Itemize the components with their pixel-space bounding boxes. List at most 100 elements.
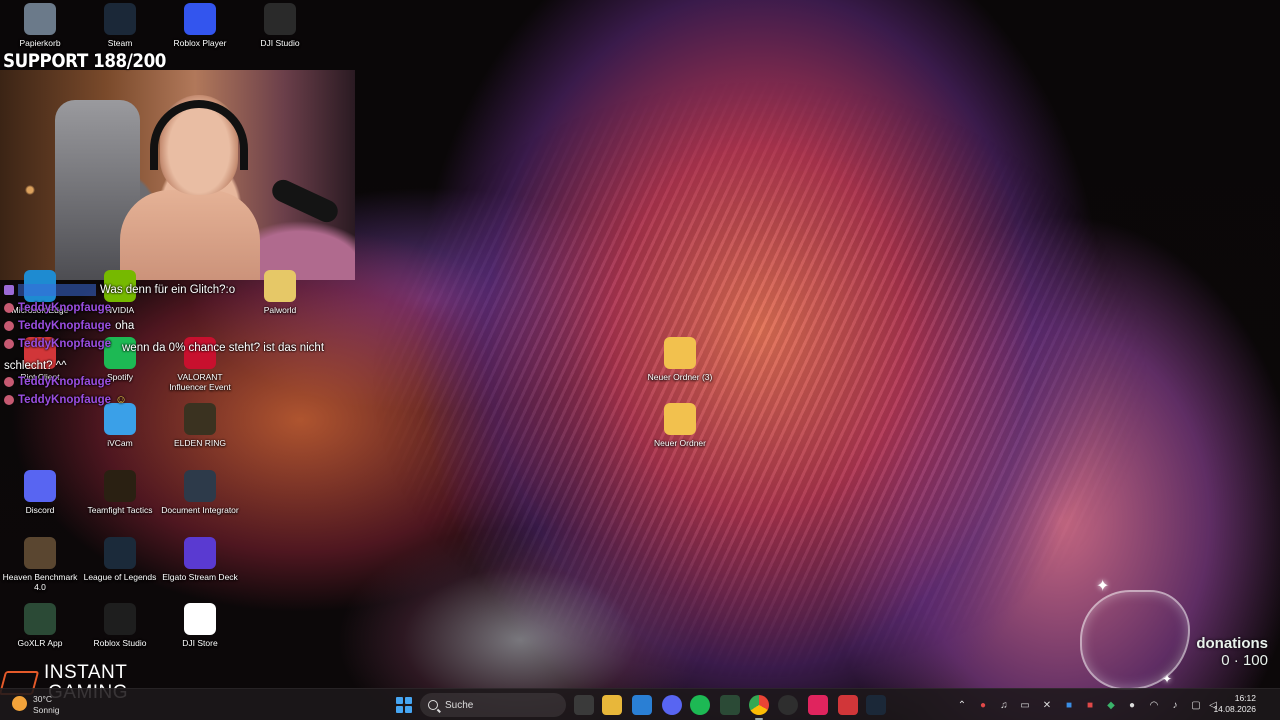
desktop-icon-roblox-player[interactable]: Roblox Player xyxy=(160,3,240,48)
taskbar-search[interactable]: Suche xyxy=(420,693,566,717)
riot-taskbar-icon[interactable] xyxy=(838,695,858,715)
steam-tray-icon[interactable]: ● xyxy=(1125,698,1139,712)
weather-temperature: 30°C xyxy=(33,694,52,704)
desktop-icon-label: ELDEN RING xyxy=(174,438,226,448)
taskbar: 30°C Sonnig Suche ⌃ ● ♫ ▭ ✕ ■ ■ ◆ ● ◠ ♪ … xyxy=(0,688,1280,720)
clock-time: 16:12 xyxy=(1234,693,1256,703)
donations-widget: donations 0 · 100 xyxy=(1196,635,1268,669)
desktop-icon-elden-ring[interactable]: ELDEN RING xyxy=(160,403,240,448)
sun-icon xyxy=(12,696,27,711)
ms-store-icon[interactable] xyxy=(632,695,652,715)
sub-badge-icon xyxy=(4,377,14,387)
desktop-icon-neuer-ordner[interactable]: Neuer Ordner xyxy=(640,403,720,448)
recycle-bin-icon xyxy=(24,3,56,35)
discord-taskbar-icon[interactable] xyxy=(662,695,682,715)
desktop-icon-neuer-ordner-3[interactable]: Neuer Ordner (3) xyxy=(640,337,720,382)
file-explorer-icon[interactable] xyxy=(602,695,622,715)
desktop-icon-label: League of Legends xyxy=(83,572,157,582)
donations-label: donations xyxy=(1196,635,1268,652)
desktop-icon-label: DJI Studio xyxy=(260,38,300,48)
weather-condition: Sonnig xyxy=(33,705,60,715)
search-icon xyxy=(428,700,438,710)
desktop-icon-label: Roblox Studio xyxy=(93,638,147,648)
desktop-icon-dji-studio[interactable]: DJI Studio xyxy=(240,3,320,48)
desktop-icon-label: Neuer Ordner (3) xyxy=(647,372,713,382)
desktop-icon-label: Document Integrator xyxy=(161,505,239,515)
desktop-icon-label: Papierkorb xyxy=(19,38,61,48)
desktop-icon-document-integrator[interactable]: Document Integrator xyxy=(160,470,240,515)
desktop-icon-goxlr-app[interactable]: GoXLR App xyxy=(0,603,80,648)
chat-text: oha xyxy=(115,320,135,332)
desktop-icon-heaven-benchmark-4-0[interactable]: Heaven Benchmark 4.0 xyxy=(0,537,80,592)
windows-logo-icon xyxy=(396,697,404,705)
spotify-taskbar-icon[interactable] xyxy=(690,695,710,715)
stream-deck-icon xyxy=(184,537,216,569)
desktop-icon-label: Elgato Stream Deck xyxy=(162,572,238,582)
sub-badge-icon xyxy=(4,321,14,331)
desktop-icon-steam[interactable]: Steam xyxy=(80,3,160,48)
steam-taskbar-icon[interactable] xyxy=(866,695,886,715)
desktop-icon-teamfight-tactics[interactable]: Teamfight Tactics xyxy=(80,470,160,515)
chat-message: TeddyKnopfauge wenn da 0% chance steht? … xyxy=(4,335,349,375)
headphones-icon[interactable]: ♫ xyxy=(997,698,1011,712)
sponsor-text-1: INSTANT xyxy=(44,662,128,683)
desktop-icon-ivcam[interactable]: iVCam xyxy=(80,403,160,448)
chat-text: Was denn für ein Glitch?:o xyxy=(100,284,236,296)
sparkle-icon: ✦ xyxy=(1162,672,1173,686)
clock-date: 14.08.2026 xyxy=(1213,704,1256,714)
discord-icon xyxy=(24,470,56,502)
support-goal: SUPPORT 188/200 xyxy=(3,50,167,72)
roblox-studio-icon xyxy=(104,603,136,635)
emote-icon: ☺ xyxy=(115,394,127,406)
display-icon[interactable]: ▢ xyxy=(1189,698,1203,712)
chat-message: Was denn für ein Glitch?:o xyxy=(4,281,349,299)
desktop-icon-league-of-legends[interactable]: League of Legends xyxy=(80,537,160,582)
chat-username: TeddyKnopfauge xyxy=(18,394,112,406)
chevron-up-icon[interactable]: ⌃ xyxy=(955,698,969,712)
heaven-benchmark-icon xyxy=(24,537,56,569)
desktop-icon-label: GoXLR App xyxy=(17,638,63,648)
desktop-icon-label: Discord xyxy=(25,505,55,515)
close-tray-icon[interactable]: ✕ xyxy=(1040,698,1054,712)
desktop-icon-label: Roblox Player xyxy=(173,38,227,48)
sub-badge-icon xyxy=(4,395,14,405)
sub-badge-icon xyxy=(4,285,14,295)
desktop-icon-label: Teamfight Tactics xyxy=(87,505,153,515)
desktop-icon-discord[interactable]: Discord xyxy=(0,470,80,515)
chat-message: TeddyKnopfauge ☺ xyxy=(4,391,349,409)
steam-icon xyxy=(104,3,136,35)
microphone-icon[interactable]: ♪ xyxy=(1168,698,1182,712)
tray-app-icon[interactable]: ■ xyxy=(1083,698,1097,712)
folder-icon xyxy=(664,337,696,369)
goxlr-icon xyxy=(24,603,56,635)
goxlr-taskbar-icon[interactable] xyxy=(720,695,740,715)
shield-icon[interactable]: ◆ xyxy=(1104,698,1118,712)
desktop-icon-label: DJI Store xyxy=(182,638,218,648)
desktop-icon-label: Heaven Benchmark 4.0 xyxy=(2,572,78,592)
streamer-body xyxy=(120,190,260,280)
desktop-icon-roblox-studio[interactable]: Roblox Studio xyxy=(80,603,160,648)
chat-username xyxy=(18,284,96,296)
tray-app-icon[interactable]: ■ xyxy=(1062,698,1076,712)
tray-app-icon[interactable]: ● xyxy=(976,698,990,712)
start-button[interactable] xyxy=(396,697,412,713)
task-view-icon[interactable] xyxy=(574,695,594,715)
tray-app-icon[interactable]: ▭ xyxy=(1018,698,1032,712)
dji-store-icon xyxy=(184,603,216,635)
sub-badge-icon xyxy=(4,303,14,313)
chat-message: TeddyKnopfauge xyxy=(4,299,349,317)
desktop-icon-elgato-stream-deck[interactable]: Elgato Stream Deck xyxy=(160,537,240,582)
desktop-icon-papierkorb[interactable]: Papierkorb xyxy=(0,3,80,48)
clock[interactable]: 16:12 14.08.2026 xyxy=(1213,693,1256,715)
chat-message: TeddyKnopfauge oha xyxy=(4,317,349,335)
tiktok-taskbar-icon[interactable] xyxy=(808,695,828,715)
roblox-icon xyxy=(184,3,216,35)
desktop-icon-dji-store[interactable]: DJI Store xyxy=(160,603,240,648)
chrome-taskbar-icon[interactable] xyxy=(749,695,769,720)
chat-username: TeddyKnopfauge xyxy=(18,376,112,388)
desktop-icon-label: Steam xyxy=(107,38,133,48)
wifi-icon[interactable]: ◠ xyxy=(1147,698,1161,712)
obs-taskbar-icon[interactable] xyxy=(778,695,798,715)
tft-icon xyxy=(104,470,136,502)
folder-icon xyxy=(664,403,696,435)
